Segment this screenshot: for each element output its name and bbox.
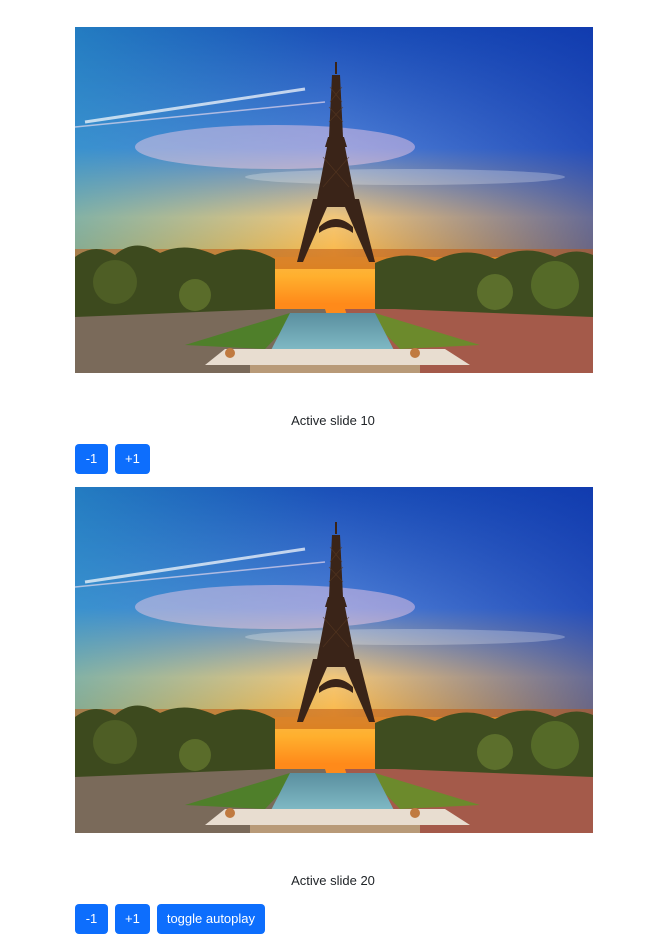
active-slide-caption: Active slide 20	[291, 873, 375, 888]
carousel-2-controls: -1 +1 toggle autoplay	[75, 904, 266, 934]
prev-slide-button[interactable]: -1	[75, 904, 108, 934]
eiffel-tower-photo	[75, 27, 593, 373]
eiffel-tower-photo	[75, 487, 593, 833]
carousel-slide-1[interactable]	[75, 27, 593, 373]
active-slide-caption: Active slide 10	[291, 413, 375, 428]
prev-slide-button[interactable]: -1	[75, 444, 108, 474]
carousel-1-controls: -1 +1	[75, 444, 150, 474]
next-slide-button[interactable]: +1	[115, 444, 150, 474]
next-slide-button[interactable]: +1	[115, 904, 150, 934]
carousel-slide-2[interactable]	[75, 487, 593, 833]
toggle-autoplay-button[interactable]: toggle autoplay	[156, 904, 266, 934]
